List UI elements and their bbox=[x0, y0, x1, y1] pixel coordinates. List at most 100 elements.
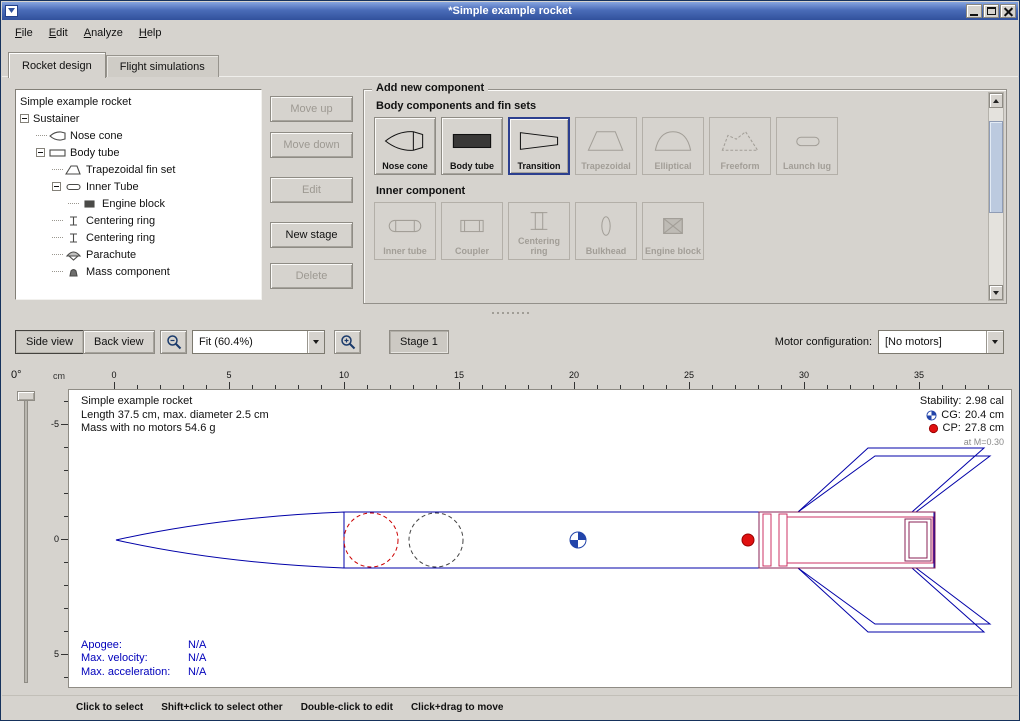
add-launch-lug-button[interactable]: Launch lug bbox=[776, 117, 838, 175]
zoom-out-button[interactable] bbox=[160, 330, 187, 354]
back-view-button[interactable]: Back view bbox=[83, 330, 155, 354]
add-nose-cone-button[interactable]: Nose cone bbox=[374, 117, 436, 175]
add-elliptical-button[interactable]: Elliptical bbox=[642, 117, 704, 175]
cp-label: CP: bbox=[943, 422, 961, 436]
engine-block-outline[interactable] bbox=[759, 512, 935, 568]
transition-icon bbox=[510, 121, 568, 161]
rotation-slider-track[interactable] bbox=[24, 393, 28, 683]
component-button-label: Nose cone bbox=[382, 161, 428, 171]
cg-marker bbox=[570, 532, 586, 548]
scrollbar-thumb[interactable] bbox=[989, 121, 1003, 213]
body-tube-icon bbox=[443, 121, 501, 161]
group-scrollbar[interactable] bbox=[988, 92, 1004, 301]
trapezoidal-fin-icon bbox=[577, 121, 635, 161]
minimize-icon bbox=[970, 14, 978, 16]
add-centering-ring-button[interactable]: Centering ring bbox=[508, 202, 570, 260]
inner-components-outline[interactable] bbox=[763, 514, 933, 566]
side-view-button[interactable]: Side view bbox=[15, 330, 84, 354]
splitter-handle[interactable] bbox=[1, 308, 1019, 318]
body-outline[interactable] bbox=[116, 512, 934, 568]
flight-stat-row: Apogee:N/A bbox=[81, 639, 206, 653]
tree-connector bbox=[68, 203, 79, 204]
menu-file[interactable]: File bbox=[7, 24, 41, 42]
freeform-fin-icon bbox=[711, 121, 769, 161]
rotation-slider-handle[interactable] bbox=[17, 391, 35, 401]
component-button-label: Centering ring bbox=[510, 236, 568, 256]
scroll-up-button[interactable] bbox=[989, 93, 1003, 108]
tree-expander-minus-icon[interactable] bbox=[36, 148, 45, 157]
stability-block: Stability: 2.98 cal CG: 20.4 cm bbox=[920, 395, 1004, 449]
stage-1-toggle[interactable]: Stage 1 bbox=[389, 330, 449, 354]
scroll-down-button[interactable] bbox=[989, 285, 1003, 300]
add-trapezoidal-button[interactable]: Trapezoidal bbox=[575, 117, 637, 175]
tab-flight-simulations[interactable]: Flight simulations bbox=[106, 55, 219, 77]
motor-config-arrow[interactable] bbox=[986, 331, 1003, 353]
tree-item-inner-tube[interactable]: Inner Tube bbox=[20, 178, 261, 195]
menu-edit[interactable]: Edit bbox=[41, 24, 76, 42]
add-bulkhead-button[interactable]: Bulkhead bbox=[575, 202, 637, 260]
motor-config-value: [No motors] bbox=[879, 331, 986, 353]
tree-item-centering-ring[interactable]: Centering ring bbox=[20, 229, 261, 246]
flight-stat-label: Apogee: bbox=[81, 639, 188, 653]
tree-connector bbox=[52, 237, 63, 238]
component-sections: Body components and fin setsNose coneBod… bbox=[364, 100, 1006, 260]
add-transition-button[interactable]: Transition bbox=[508, 117, 570, 175]
tree-item-label: Trapezoidal fin set bbox=[86, 164, 175, 176]
zoom-in-button[interactable] bbox=[334, 330, 361, 354]
menu-analyze[interactable]: Analyze bbox=[76, 24, 131, 42]
ruler-tick bbox=[804, 382, 805, 389]
component-button-label: Inner tube bbox=[383, 246, 427, 256]
tree-item-label: Centering ring bbox=[86, 232, 155, 244]
tree-connector bbox=[36, 135, 47, 136]
rocket-dimensions: Length 37.5 cm, max. diameter 2.5 cm bbox=[81, 409, 269, 423]
maximize-button[interactable] bbox=[983, 4, 999, 18]
tree-item-trapezoidal-fin-set[interactable]: Trapezoidal fin set bbox=[20, 161, 261, 178]
parachute-outline[interactable] bbox=[344, 513, 398, 567]
flight-stat-value: N/A bbox=[188, 639, 206, 653]
motor-config-label: Motor configuration: bbox=[775, 336, 872, 348]
ruler-unit-label: cm bbox=[53, 371, 65, 381]
add-engine-block-button[interactable]: Engine block bbox=[642, 202, 704, 260]
tree-connector bbox=[52, 220, 63, 221]
motor-config-select[interactable]: [No motors] bbox=[878, 330, 1004, 354]
tree-expander-minus-icon[interactable] bbox=[20, 114, 29, 123]
fin-set-outline[interactable] bbox=[798, 448, 990, 632]
tree-item-centering-ring[interactable]: Centering ring bbox=[20, 212, 261, 229]
add-freeform-button[interactable]: Freeform bbox=[709, 117, 771, 175]
mass-component-outline[interactable] bbox=[409, 513, 463, 567]
ruler-tick bbox=[229, 382, 230, 389]
tree-item-simple-example-rocket[interactable]: Simple example rocket bbox=[20, 93, 261, 110]
tree-connector bbox=[52, 271, 63, 272]
edit-button[interactable]: Edit bbox=[270, 177, 353, 203]
ruler-tick bbox=[114, 382, 115, 389]
tree-item-label: Inner Tube bbox=[86, 181, 139, 193]
tab-rocket-design[interactable]: Rocket design bbox=[8, 52, 106, 78]
zoom-select[interactable]: Fit (60.4%) bbox=[192, 330, 325, 354]
tree-item-mass-component[interactable]: Mass component bbox=[20, 263, 261, 280]
minimize-button[interactable] bbox=[966, 4, 982, 18]
close-button[interactable] bbox=[1000, 4, 1016, 18]
tree-expander-minus-icon[interactable] bbox=[52, 182, 61, 191]
menu-help[interactable]: Help bbox=[131, 24, 170, 42]
tree-item-body-tube[interactable]: Body tube bbox=[20, 144, 261, 161]
add-coupler-button[interactable]: Coupler bbox=[441, 202, 503, 260]
rocket-canvas[interactable]: Simple example rocket Length 37.5 cm, ma… bbox=[68, 389, 1012, 688]
tree-item-sustainer[interactable]: Sustainer bbox=[20, 110, 261, 127]
add-body-tube-button[interactable]: Body tube bbox=[441, 117, 503, 175]
delete-button[interactable]: Delete bbox=[270, 263, 353, 289]
tree-item-nose-cone[interactable]: Nose cone bbox=[20, 127, 261, 144]
move-down-button[interactable]: Move down bbox=[270, 132, 353, 158]
title-bar[interactable]: *Simple example rocket bbox=[2, 2, 1018, 20]
add-inner-tube-button[interactable]: Inner tube bbox=[374, 202, 436, 260]
tree-item-label: Nose cone bbox=[70, 130, 123, 142]
flight-stat-row: Max. velocity:N/A bbox=[81, 652, 206, 666]
ruler-horizontal: 05101520253035 bbox=[68, 367, 1012, 389]
centering-ring-icon bbox=[65, 215, 82, 227]
window-title: *Simple example rocket bbox=[2, 5, 1018, 17]
tree-item-engine-block[interactable]: Engine block bbox=[20, 195, 261, 212]
new-stage-button[interactable]: New stage bbox=[270, 222, 353, 248]
move-up-button[interactable]: Move up bbox=[270, 96, 353, 122]
zoom-select-arrow[interactable] bbox=[307, 331, 324, 353]
tree-item-parachute[interactable]: Parachute bbox=[20, 246, 261, 263]
component-tree[interactable]: Simple example rocketSustainer Nose cone B… bbox=[15, 89, 262, 300]
